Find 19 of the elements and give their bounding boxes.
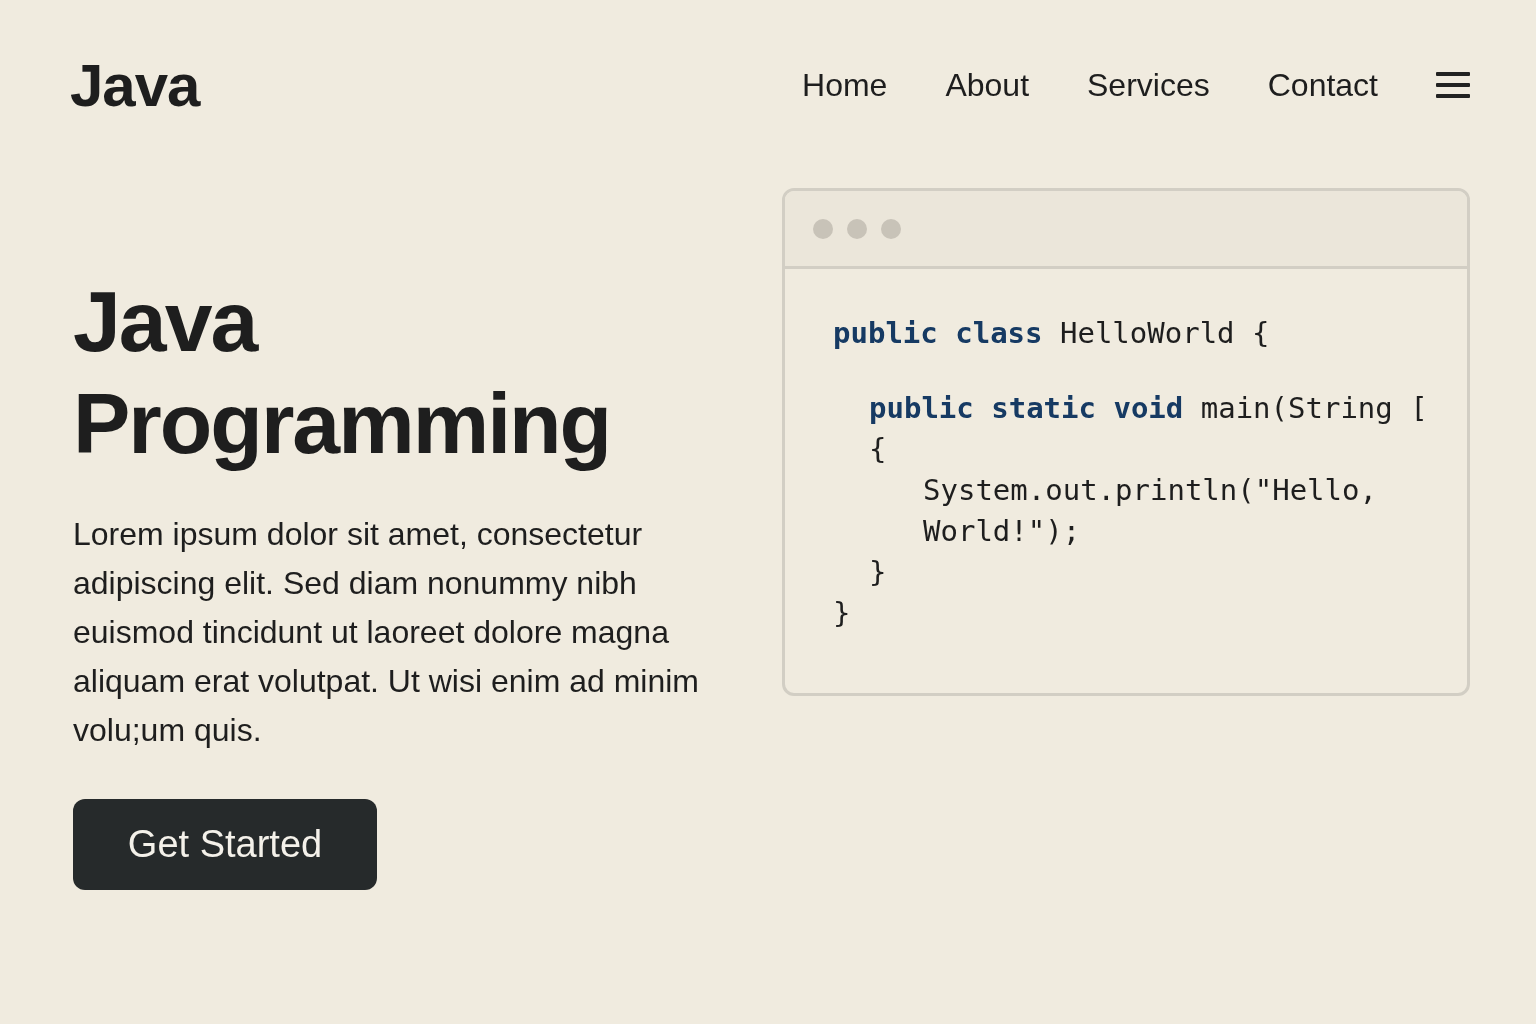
code-line: public class HelloWorld { (833, 315, 1270, 352)
logo[interactable]: Java (70, 50, 200, 120)
code-line: { (869, 431, 887, 468)
window-dot (813, 218, 833, 239)
menu-icon[interactable] (1436, 72, 1470, 98)
window-dot (881, 218, 901, 239)
nav-link[interactable]: Contact (1267, 66, 1378, 104)
nav-link[interactable]: Home (802, 66, 888, 104)
code-line: public static void main(String [ (869, 390, 1428, 427)
code-line: } (869, 554, 887, 591)
get-started-button[interactable]: Get Started (73, 799, 377, 890)
hero-paragraph: Lorem ipsum dolor sit amet, consectetur adipiscing elit. Sed diam nonummy nibh euismod tincidunt ut laoreet dolore magna aliquam erat volutpat. Ut wisi enim ad minim volu;um quis. (73, 515, 700, 750)
code-line: System.out.println("Hello, World!"); (923, 472, 1378, 550)
hero-title: Programming (73, 374, 611, 473)
nav-link[interactable]: About (945, 66, 1029, 104)
code-line: } (833, 595, 851, 632)
nav-link[interactable]: Services (1087, 66, 1210, 104)
window-dot (847, 218, 867, 239)
hero-title: Java (73, 272, 257, 371)
